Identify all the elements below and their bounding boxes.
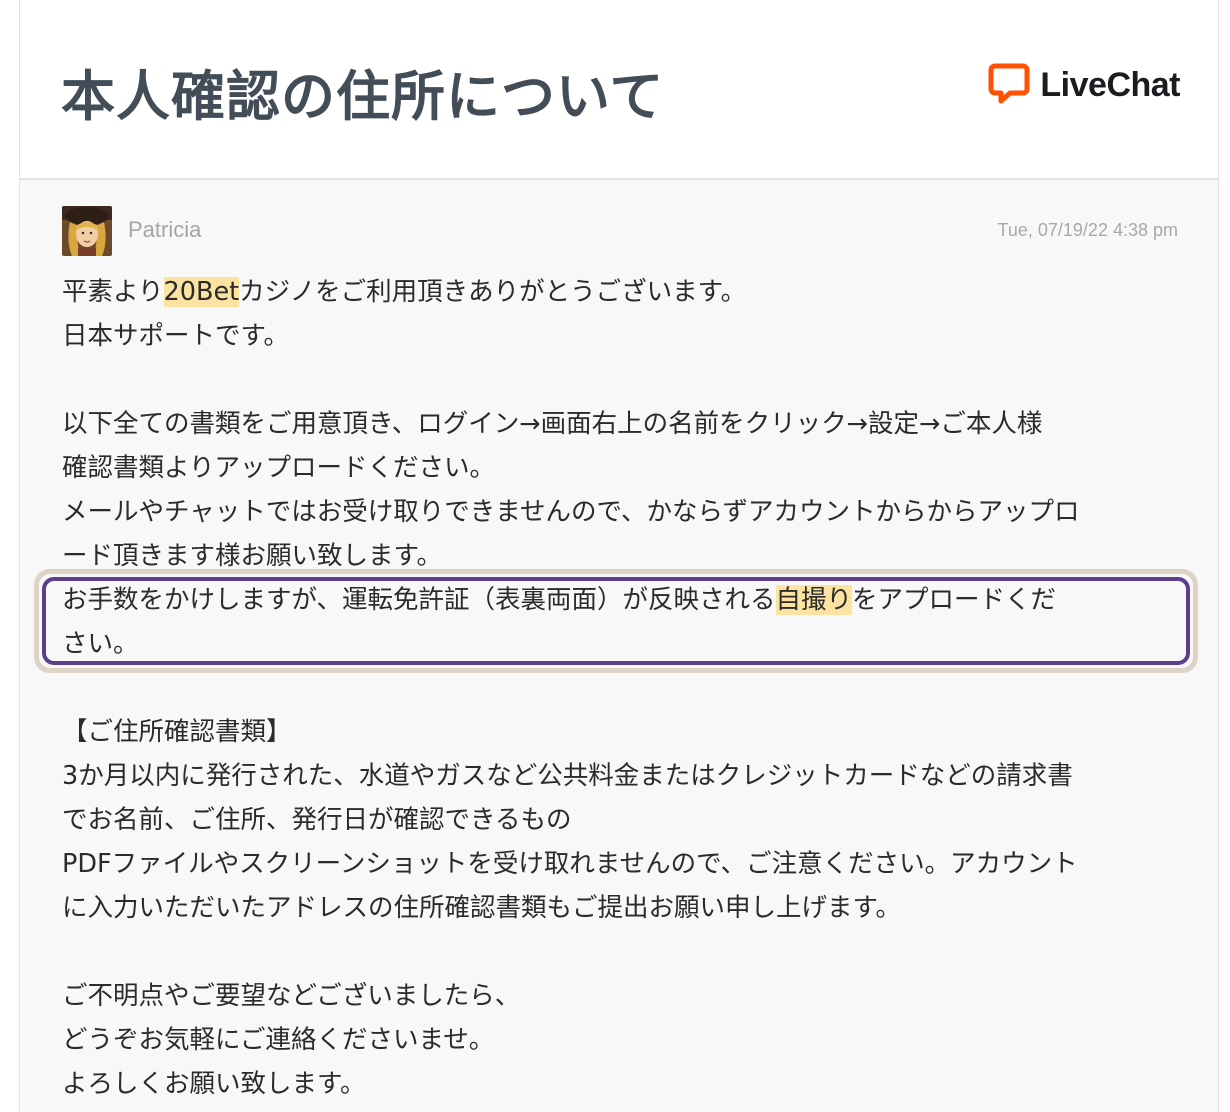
highlighted-keyword: 20Bet xyxy=(163,277,240,307)
ticket-header: 本人確認の住所について LiveChat xyxy=(20,0,1218,180)
message-body: 平素より20Betカジノをご利用頂きありがとうございます。日本サポートです。以下… xyxy=(62,270,1182,1106)
message-line: よろしくお願い致します。 xyxy=(62,1069,366,1099)
avatar xyxy=(62,206,112,256)
message-text: 平素より xyxy=(62,277,164,307)
message-line: PDFファイルやスクリーンショットを受け取れませんので、ご注意ください。アカウン… xyxy=(62,849,1078,879)
message-panel: Patricia Tue, 07/19/22 4:38 pm 平素より20Bet… xyxy=(20,180,1218,1112)
ticket-page: 本人確認の住所について LiveChat Patricia Tue, 07/19… xyxy=(19,0,1219,1112)
message-line: 3か月以内に発行された、水道やガスなど公共料金またはクレジットカードなどの請求書 xyxy=(62,761,1073,791)
livechat-logo-icon xyxy=(988,62,1030,108)
message-line: どうぞお気軽にご連絡くださいませ。 xyxy=(62,1025,495,1055)
message-line: 日本サポートです。 xyxy=(62,321,289,351)
message-text: カジノをご利用頂きありがとうございます。 xyxy=(239,277,747,307)
message-line: でお名前、ご住所、発行日が確認できるもの xyxy=(62,805,572,835)
message-line: さい。 xyxy=(62,629,139,659)
message-timestamp: Tue, 07/19/22 4:38 pm xyxy=(997,220,1178,240)
message-line: 【ご住所確認書類】 xyxy=(62,717,292,747)
message-line: 平素より20Betカジノをご利用頂きありがとうございます。 xyxy=(62,270,1182,314)
highlighted-keyword: 自撮り xyxy=(775,585,853,615)
message-line: ード頂きます様お願い致します。 xyxy=(62,541,442,571)
message-text: お手数をかけしますが、運転免許証（表裏両面）が反映される xyxy=(62,585,776,615)
brand-logo: LiveChat xyxy=(988,62,1180,108)
message-line: に入力いただいたアドレスの住所確認書類もご提出お願い申し上げます。 xyxy=(62,893,901,923)
brand-name: LiveChat xyxy=(1040,65,1180,104)
message-header: Patricia Tue, 07/19/22 4:38 pm xyxy=(62,206,1178,256)
message-line: お手数をかけしますが、運転免許証（表裏両面）が反映される自撮りをアプロードくだ xyxy=(62,578,1182,622)
message-line: 確認書類よりアップロードください。 xyxy=(62,453,495,483)
message-line: 以下全ての書類をご用意頂き、ログイン→画面右上の名前をクリック→設定→ご本人様 xyxy=(62,409,1043,439)
message-text: をアプロードくだ xyxy=(852,585,1057,615)
message-line: ご不明点やご要望などございましたら、 xyxy=(62,981,521,1011)
message-line: メールやチャットではお受け取りできませんので、かならずアカウントからからアップロ xyxy=(62,497,1080,527)
agent-name: Patricia xyxy=(128,217,202,242)
page-title: 本人確認の住所について xyxy=(61,65,665,128)
